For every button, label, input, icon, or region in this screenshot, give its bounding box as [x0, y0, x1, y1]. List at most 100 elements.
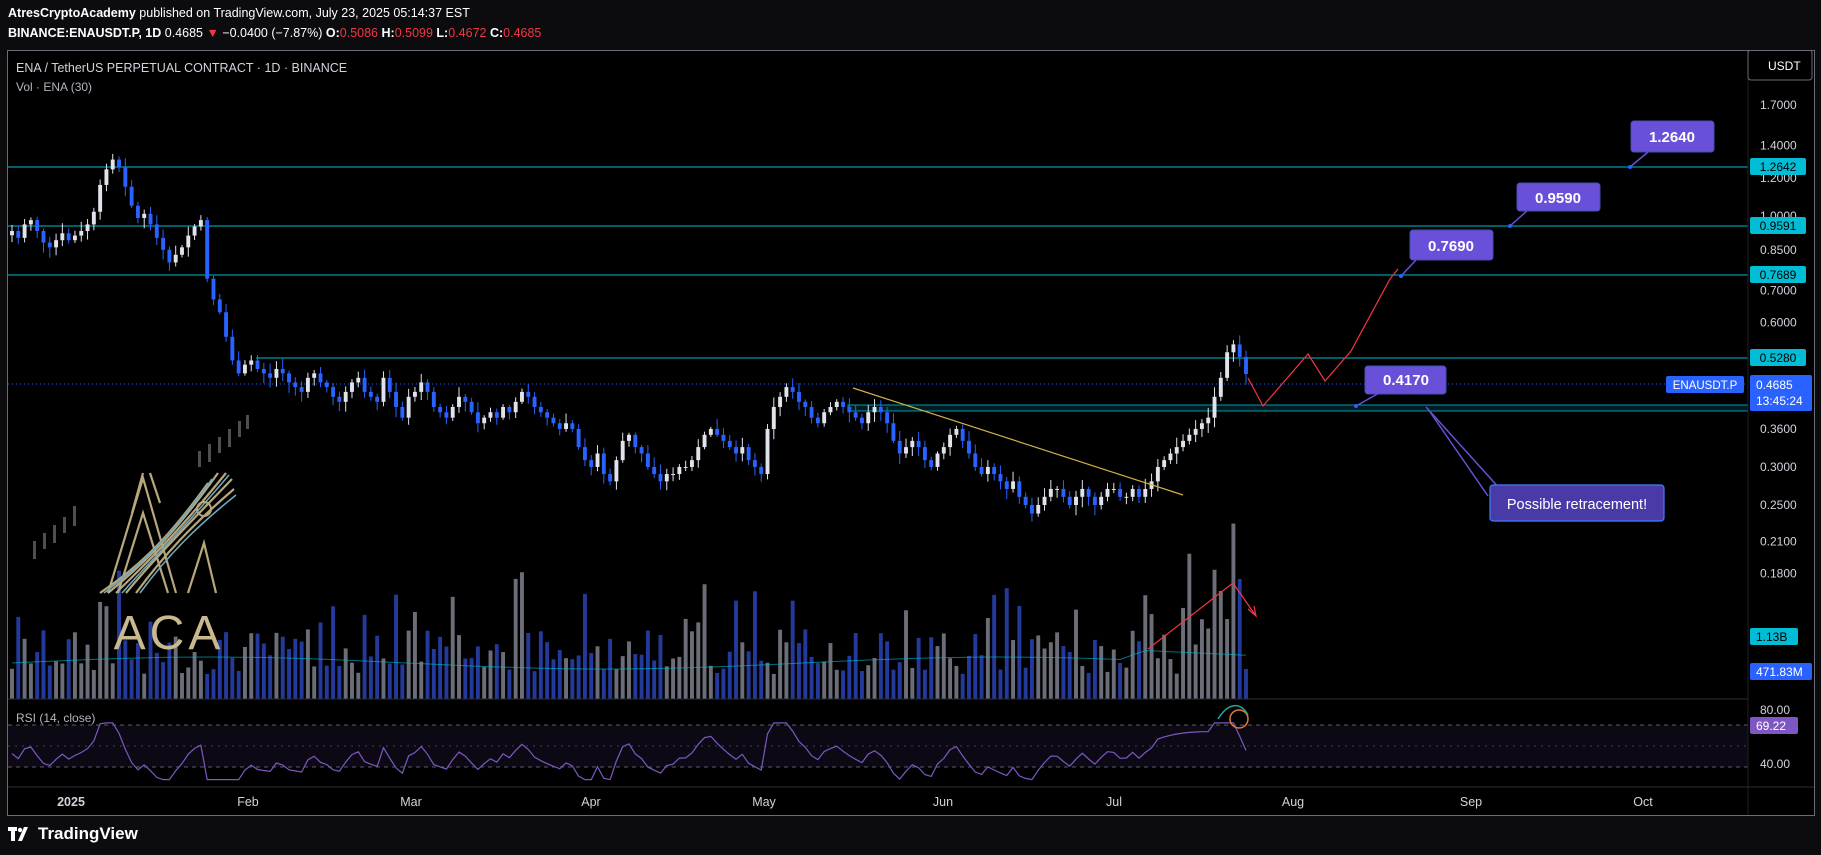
candle[interactable] — [205, 220, 210, 279]
candle[interactable] — [148, 213, 153, 225]
candle[interactable] — [576, 428, 581, 448]
candle[interactable] — [41, 231, 46, 243]
candle[interactable] — [790, 387, 795, 392]
candle[interactable] — [1193, 428, 1198, 435]
candle[interactable] — [1187, 434, 1192, 441]
candle[interactable] — [274, 368, 279, 378]
candle[interactable] — [394, 391, 399, 407]
candle[interactable] — [998, 474, 1003, 482]
candle[interactable] — [652, 466, 657, 475]
candle[interactable] — [255, 360, 260, 369]
candle[interactable] — [337, 396, 342, 402]
candle[interactable] — [475, 412, 480, 424]
candle[interactable] — [488, 412, 493, 418]
candle[interactable] — [368, 391, 373, 397]
candle[interactable] — [192, 226, 197, 236]
candle[interactable] — [249, 360, 254, 365]
candle[interactable] — [891, 423, 896, 441]
candle[interactable] — [904, 447, 908, 454]
candle[interactable] — [771, 406, 776, 429]
candle[interactable] — [28, 220, 33, 225]
candle[interactable] — [217, 299, 222, 313]
volume-legend[interactable]: Vol · ENA (30) — [16, 80, 92, 94]
candle[interactable] — [450, 406, 455, 418]
candle[interactable] — [268, 373, 273, 378]
candle[interactable] — [513, 401, 518, 413]
candle[interactable] — [922, 447, 927, 461]
candle[interactable] — [293, 382, 298, 388]
candle[interactable] — [822, 412, 827, 424]
chart-svg[interactable]: 1.2640 0.9590 0.7690 0.4170 Possible ret… — [8, 51, 1814, 815]
candle[interactable] — [677, 466, 682, 475]
candle[interactable] — [280, 368, 285, 374]
tradingview-logo[interactable]: TradingView — [8, 824, 138, 844]
rsi-legend[interactable]: RSI (14, close) — [16, 711, 95, 725]
candle[interactable] — [1111, 488, 1116, 490]
candle[interactable] — [582, 447, 587, 461]
candle[interactable] — [312, 373, 317, 378]
candle[interactable] — [910, 440, 915, 448]
candle[interactable] — [973, 453, 978, 467]
candle[interactable] — [570, 423, 575, 429]
candle[interactable] — [1074, 496, 1078, 505]
candle[interactable] — [834, 401, 839, 407]
candle[interactable] — [564, 423, 568, 429]
candle[interactable] — [236, 360, 241, 374]
candle[interactable] — [60, 233, 65, 241]
candle[interactable] — [1181, 440, 1185, 448]
candle[interactable] — [1124, 496, 1129, 498]
candle[interactable] — [79, 231, 84, 236]
candle[interactable] — [167, 249, 172, 263]
candle[interactable] — [595, 453, 600, 467]
candle[interactable] — [992, 466, 997, 475]
support-zone[interactable] — [847, 404, 1749, 412]
candle[interactable] — [444, 412, 449, 418]
candle[interactable] — [1174, 447, 1179, 454]
candle[interactable] — [431, 391, 436, 407]
candle[interactable] — [803, 401, 808, 407]
candle[interactable] — [734, 447, 738, 454]
candle[interactable] — [331, 387, 336, 397]
candle[interactable] — [721, 434, 726, 441]
candle[interactable] — [1118, 488, 1123, 497]
candle[interactable] — [419, 382, 424, 392]
candle[interactable] — [620, 440, 625, 461]
candle[interactable] — [73, 235, 77, 241]
candle[interactable] — [66, 233, 71, 241]
candle[interactable] — [1080, 488, 1085, 497]
candle[interactable] — [815, 417, 820, 424]
candle[interactable] — [104, 169, 109, 185]
candle[interactable] — [1105, 488, 1110, 497]
candle[interactable] — [538, 406, 543, 413]
candle[interactable] — [1048, 488, 1053, 497]
candle[interactable] — [715, 428, 720, 435]
candle[interactable] — [664, 474, 669, 482]
candle[interactable] — [1168, 453, 1173, 461]
candle[interactable] — [696, 447, 701, 461]
candle[interactable] — [142, 213, 147, 218]
candle[interactable] — [1137, 488, 1141, 497]
candle[interactable] — [960, 428, 965, 441]
candle[interactable] — [1199, 423, 1204, 429]
candle[interactable] — [47, 242, 52, 248]
candle[interactable] — [979, 466, 984, 475]
candle[interactable] — [387, 377, 392, 392]
candle[interactable] — [557, 423, 562, 429]
candle[interactable] — [343, 391, 348, 402]
candle[interactable] — [545, 412, 550, 418]
candle[interactable] — [589, 460, 594, 467]
candle[interactable] — [627, 434, 631, 441]
candle[interactable] — [601, 453, 606, 475]
candle[interactable] — [261, 368, 266, 374]
target-label-0-4170[interactable]: 0.4170 — [1354, 365, 1447, 408]
candle[interactable] — [1218, 377, 1223, 397]
candle[interactable] — [633, 434, 638, 448]
candle[interactable] — [859, 417, 864, 424]
candle[interactable] — [362, 377, 367, 392]
candle[interactable] — [897, 440, 902, 454]
candle[interactable] — [885, 412, 890, 424]
candle[interactable] — [507, 406, 512, 413]
candle[interactable] — [85, 224, 90, 232]
candle[interactable] — [350, 382, 354, 392]
candle[interactable] — [1237, 344, 1242, 357]
